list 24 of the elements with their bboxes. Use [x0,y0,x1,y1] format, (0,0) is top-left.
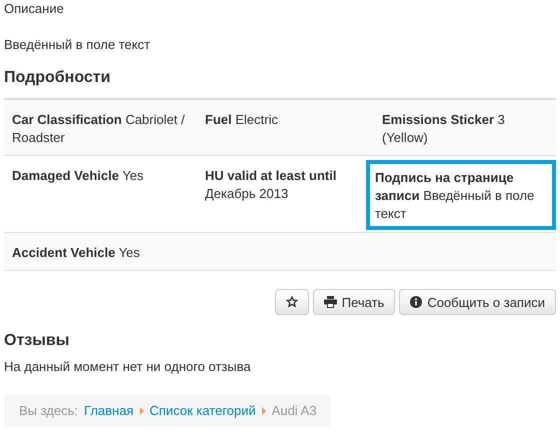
star-icon [286,296,298,308]
detail-text: Damaged Vehicle Yes [11,167,145,185]
report-button[interactable]: Сообщить о записи [399,289,556,315]
chevron-icon [262,406,266,414]
breadcrumb-current: Audi A3 [272,403,317,418]
info-icon [410,296,422,308]
print-button[interactable]: Печать [312,289,396,315]
detail-text: Car Classification Cabriolet / Roadster [11,111,186,147]
detail-text: HU valid at least until Декабрь 2013 [204,167,338,203]
breadcrumb-label: Вы здесь: [19,403,78,418]
printer-icon [324,296,337,308]
detail-text: Fuel Electric [204,111,279,129]
breadcrumb-link[interactable]: Список категорий [150,403,256,418]
chevron-icon [140,406,144,414]
field-label: Описание [4,0,65,16]
detail-text: Emissions Sticker 3 (Yellow) [381,111,506,147]
breadcrumb-link[interactable]: Главная [84,403,134,418]
field-value: Введённый в поле текст [4,37,152,52]
empty-message: На данный момент нет ни одного отзыва [4,359,252,374]
highlighted-detail: Подпись на странице записи Введённый в поле текст [366,160,556,230]
section-heading: Подробности [4,69,112,87]
favorite-button[interactable] [274,289,309,315]
section-heading: Отзывы [4,332,70,350]
detail-text: Accident Vehicle Yes [11,244,141,262]
